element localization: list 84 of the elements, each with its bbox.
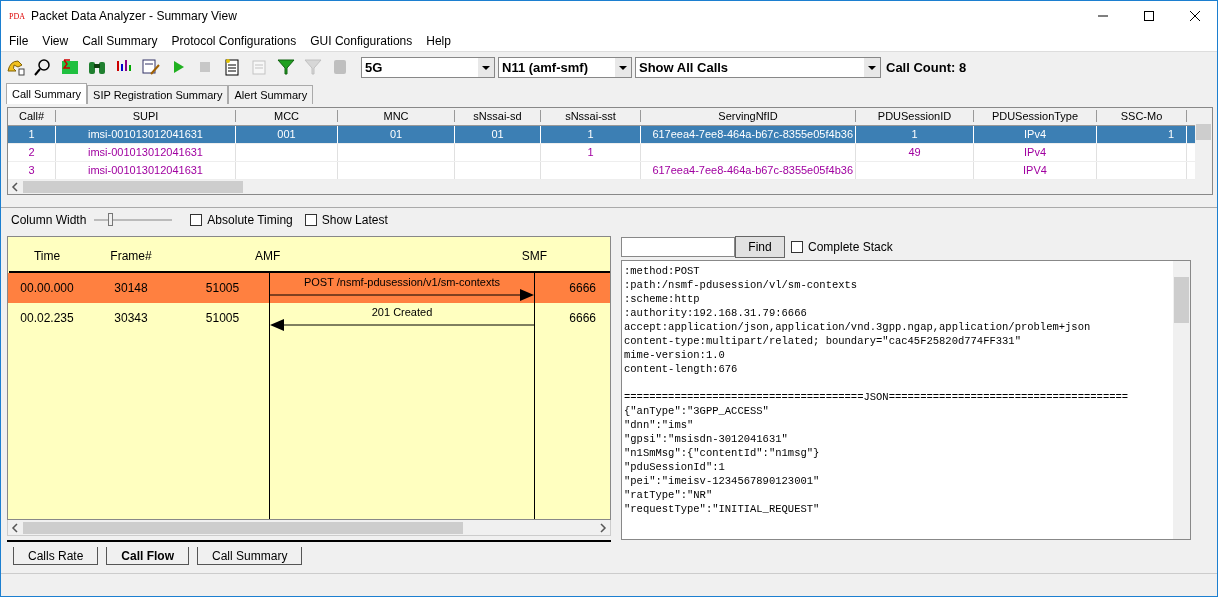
search-field[interactable] — [621, 237, 735, 257]
table-row[interactable]: 2 imsi-001013012041631 1 49 IPv4 — [8, 143, 1195, 162]
table-cell: imsi-001013012041631 — [88, 164, 203, 177]
table-cell: 1 — [911, 128, 918, 141]
table-cell: IPV4 — [1023, 164, 1047, 177]
time-cell-text: 00.00.000 — [19, 281, 75, 295]
table-cell: 1 — [587, 146, 594, 159]
port-cell-text: 51005 — [204, 281, 241, 295]
table-cell: 01 — [389, 128, 403, 141]
table-cell: IPv4 — [1024, 146, 1046, 159]
port-cell-text: 6666 — [568, 281, 597, 295]
column-header[interactable]: PDUSessionType — [974, 110, 1097, 123]
caret-icon — [478, 57, 494, 77]
menu-item[interactable]: View — [42, 34, 69, 48]
checkbox-label: Complete Stack — [808, 240, 893, 254]
menu-item[interactable]: Call Summary — [82, 34, 158, 48]
checkbox-label: Absolute Timing — [207, 213, 293, 227]
lifeline-label: SMF — [521, 249, 547, 263]
port-cell-text: 6666 — [568, 311, 597, 325]
checkbox-label: Show Latest — [321, 213, 388, 227]
column-header[interactable]: SUPI — [56, 110, 236, 123]
message-label: POST /nsmf-pdusession/v1/sm-contexts — [303, 275, 500, 289]
horizontal-scrollbar[interactable] — [7, 520, 611, 536]
tab[interactable]: SIP Registration Summary — [87, 85, 229, 104]
column-header[interactable]: PDUSessionID — [856, 110, 974, 123]
table-cell: 1 — [28, 128, 35, 141]
column-header: Frame# — [109, 249, 153, 263]
table-cell: 01 — [491, 128, 504, 141]
message-row[interactable]: 00.02.235 30343 51005 201 Created 6666 — [8, 303, 610, 333]
column-width-slider[interactable] — [94, 212, 173, 228]
close-icon[interactable] — [1189, 10, 1201, 22]
find-button[interactable]: Find — [735, 236, 785, 258]
table-cell: 49 — [908, 146, 921, 159]
vertical-scrollbar[interactable] — [1195, 108, 1212, 194]
table-cell: 617eea4-7ee8-464a-b67c-8355e05f4b36 — [652, 164, 853, 177]
caret-icon — [864, 57, 880, 77]
table-cell: IPv4 — [1024, 128, 1046, 141]
menu-item[interactable]: Protocol Configurations — [171, 34, 297, 48]
tab[interactable]: Call Summary — [6, 83, 88, 104]
table-cell: 1 — [587, 128, 594, 141]
column-header[interactable]: sNssai-sd — [455, 110, 541, 123]
checkbox[interactable] — [190, 214, 203, 226]
column-header[interactable]: MNC — [338, 110, 455, 123]
slider-label: Column Width — [11, 213, 87, 227]
menu-item[interactable]: Help — [426, 34, 451, 48]
tab[interactable]: Call Flow — [106, 547, 190, 565]
lifeline-label: AMF — [255, 249, 281, 263]
checkbox[interactable] — [304, 214, 317, 226]
dropdown[interactable]: Show All Calls — [635, 56, 881, 78]
packet-detail-text: :method:POST :path:/nsmf-pdusession/vl/sm-contexts :scheme:http :authority:192.168.31.79:6666 accept:application/json,application/vnd.3gpp.ngap,application/problem+json content-type:multipart/related; boundary="cac45F25820d774FF331" mime-version:1.0 content-length:676 ======================================JSON====================================== {"anType":"3GPP_ACCESS" "dnn":"ims" "gpsi":"msisdn-3012041631" "n1SmMsg":{"contentId":"n1msg"} "pduSessionId":1 "pei":"imeisv-1234567890123001" "ratType":"NR" "requestType":"INITIAL_REQUEST" — [623, 264, 1130, 517]
tab[interactable]: Call Summary — [197, 547, 303, 565]
table-cell: 1 — [1167, 128, 1174, 141]
column-header[interactable]: ServingNfID — [641, 110, 856, 123]
column-header[interactable]: sNssai-sst — [541, 110, 641, 123]
frame-cell-text: 30148 — [113, 281, 149, 295]
message-label: 201 Created — [371, 305, 433, 319]
checkbox[interactable] — [791, 241, 803, 253]
table-row[interactable]: 3 imsi-001013012041631 617eea4-7ee8-464a-b67c-8355e05f4b36 IPV4 — [8, 161, 1195, 180]
table-cell: 2 — [28, 146, 35, 159]
time-cell-text: 00.02.235 — [19, 311, 75, 325]
column-header[interactable]: MCC — [236, 110, 338, 123]
maximize-icon[interactable] — [1143, 10, 1155, 22]
dropdown[interactable]: N11 (amf-smf) — [498, 56, 632, 78]
app-logo: PDA — [9, 11, 25, 21]
table-cell: 617eea4-7ee8-464a-b67c-8355e05f4b36 — [652, 128, 853, 141]
table-cell: imsi-001013012041631 — [88, 146, 203, 159]
dropdown[interactable]: 5G — [361, 56, 495, 78]
column-header[interactable]: SSC-Mo — [1097, 110, 1187, 123]
window-title: Packet Data Analyzer - Summary View — [31, 9, 237, 23]
menu-item[interactable]: File — [9, 34, 29, 48]
port-cell-text: 51005 — [204, 311, 241, 325]
vertical-scrollbar[interactable] — [1173, 261, 1190, 539]
column-header: Time — [32, 249, 62, 263]
frame-cell-text: 30343 — [113, 311, 149, 325]
table-cell: 3 — [28, 164, 35, 177]
column-header[interactable]: Call# — [8, 110, 56, 123]
selected-message-row[interactable]: 00.00.000 30148 51005 POST /nsmf-pdusession/v1/sm-contexts 6666 — [8, 273, 610, 303]
caret-icon — [615, 57, 631, 77]
table-cell: 001 — [277, 128, 296, 141]
tab[interactable]: Calls Rate — [13, 547, 99, 565]
menu-item[interactable]: GUI Configurations — [310, 34, 413, 48]
call-count: Call Count: 8 — [886, 59, 967, 75]
table-cell: imsi-001013012041631 — [88, 128, 203, 141]
tab[interactable]: Alert Summary — [228, 85, 314, 104]
